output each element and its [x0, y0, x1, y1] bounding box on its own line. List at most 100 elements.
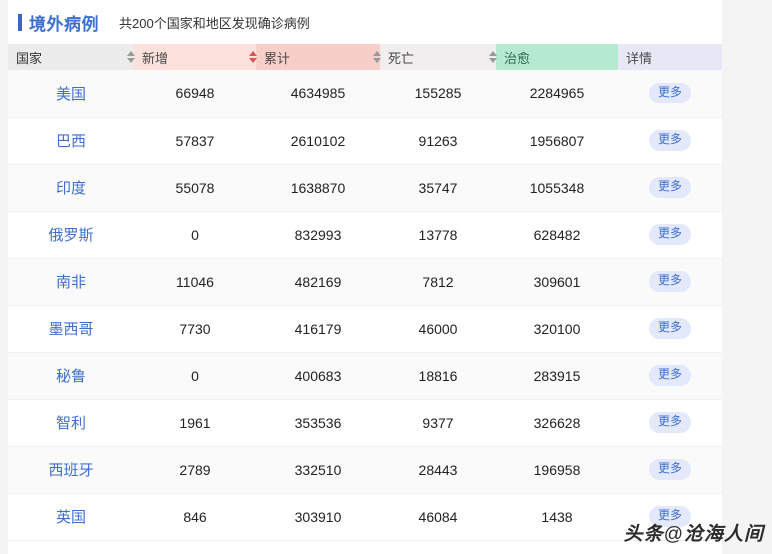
sort-arrows-icon-total[interactable] [249, 50, 258, 64]
cell-detail: 更多 [618, 399, 722, 447]
cell-death-cases: 7812 [380, 258, 496, 306]
more-button[interactable]: 更多 [648, 365, 691, 386]
cell-country-name[interactable]: 英国 [8, 493, 134, 541]
cell-detail: 更多 [618, 446, 722, 494]
cell-cured-cases: 1956807 [496, 117, 618, 165]
cell-death-cases: 91263 [380, 117, 496, 165]
cell-total-cases: 1638870 [256, 164, 380, 212]
cell-cured-cases: 196958 [496, 446, 618, 494]
table-header-row: 国家 新增 累计 死亡 治愈 详情 [8, 44, 722, 70]
cell-new-cases: 0 [134, 352, 256, 400]
column-header-detail: 详情 [618, 44, 722, 70]
cell-total-cases: 400683 [256, 352, 380, 400]
cell-death-cases: 46000 [380, 305, 496, 353]
table-row: 墨西哥 7730 416179 46000 320100 更多 [8, 305, 722, 353]
cell-total-cases: 2610102 [256, 117, 380, 165]
more-button[interactable]: 更多 [648, 83, 691, 104]
more-button[interactable]: 更多 [648, 506, 691, 527]
table-row: 英国 846 303910 46084 1438 更多 [8, 493, 722, 541]
cell-detail: 更多 [618, 70, 722, 118]
cell-detail: 更多 [618, 117, 722, 165]
cell-death-cases: 18816 [380, 352, 496, 400]
cell-country-name[interactable]: 秘鲁 [8, 352, 134, 400]
column-header-new[interactable]: 新增 [127, 44, 256, 70]
cell-total-cases: 482169 [256, 258, 380, 306]
cell-total-cases: 416179 [256, 305, 380, 353]
column-header-death[interactable]: 死亡 [373, 44, 496, 70]
table-row: 俄罗斯 0 832993 13778 628482 更多 [8, 211, 722, 259]
overseas-cases-table: 国家 新增 累计 死亡 治愈 详情 美国 66948 4634985 15528… [8, 44, 722, 541]
cell-detail: 更多 [618, 211, 722, 259]
column-header-total-label: 累计 [264, 50, 291, 66]
more-button[interactable]: 更多 [648, 318, 691, 339]
cell-total-cases: 353536 [256, 399, 380, 447]
column-header-total[interactable]: 累计 [249, 44, 380, 70]
more-button[interactable]: 更多 [648, 412, 691, 433]
cell-cured-cases: 326628 [496, 399, 618, 447]
column-header-new-label: 新增 [142, 50, 169, 66]
cell-country-name[interactable]: 印度 [8, 164, 134, 212]
cell-cured-cases: 628482 [496, 211, 618, 259]
column-header-cured[interactable]: 治愈 [489, 44, 618, 70]
cell-new-cases: 11046 [134, 258, 256, 306]
cell-death-cases: 46084 [380, 493, 496, 541]
table-row: 南非 11046 482169 7812 309601 更多 [8, 258, 722, 306]
panel-subtitle: 共200个国家和地区发现确诊病例 [119, 15, 310, 31]
cell-cured-cases: 309601 [496, 258, 618, 306]
more-button[interactable]: 更多 [648, 130, 691, 151]
cell-total-cases: 303910 [256, 493, 380, 541]
cell-death-cases: 9377 [380, 399, 496, 447]
cell-new-cases: 1961 [134, 399, 256, 447]
cell-new-cases: 7730 [134, 305, 256, 353]
cell-cured-cases: 2284965 [496, 70, 618, 118]
cell-country-name[interactable]: 俄罗斯 [8, 211, 134, 259]
cell-death-cases: 13778 [380, 211, 496, 259]
table-row: 智利 1961 353536 9377 326628 更多 [8, 399, 722, 447]
more-button[interactable]: 更多 [648, 224, 691, 245]
cell-new-cases: 57837 [134, 117, 256, 165]
cell-detail: 更多 [618, 258, 722, 306]
table-row: 西班牙 2789 332510 28443 196958 更多 [8, 446, 722, 494]
sort-arrows-icon-death[interactable] [373, 50, 382, 64]
cell-total-cases: 4634985 [256, 70, 380, 118]
cell-detail: 更多 [618, 352, 722, 400]
cell-total-cases: 332510 [256, 446, 380, 494]
column-header-cured-label: 治愈 [504, 50, 531, 66]
cell-new-cases: 846 [134, 493, 256, 541]
more-button[interactable]: 更多 [648, 459, 691, 480]
page-title: 境外病例 [29, 14, 99, 34]
cell-death-cases: 155285 [380, 70, 496, 118]
cell-country-name[interactable]: 墨西哥 [8, 305, 134, 353]
cell-detail: 更多 [618, 164, 722, 212]
more-button[interactable]: 更多 [648, 271, 691, 292]
cell-country-name[interactable]: 智利 [8, 399, 134, 447]
panel-header: 境外病例 共200个国家和地区发现确诊病例 [8, 0, 722, 44]
cell-country-name[interactable]: 美国 [8, 70, 134, 118]
cell-country-name[interactable]: 巴西 [8, 117, 134, 165]
sort-arrows-icon-new[interactable] [127, 50, 136, 64]
sort-arrows-icon-cured[interactable] [489, 50, 498, 64]
column-header-country-label: 国家 [16, 50, 43, 66]
cell-cured-cases: 1438 [496, 493, 618, 541]
cell-country-name[interactable]: 西班牙 [8, 446, 134, 494]
table-row: 美国 66948 4634985 155285 2284965 更多 [8, 70, 722, 118]
accent-bar-icon [18, 13, 22, 31]
cell-new-cases: 55078 [134, 164, 256, 212]
cell-cured-cases: 320100 [496, 305, 618, 353]
column-header-detail-label: 详情 [626, 50, 653, 66]
cell-country-name[interactable]: 南非 [8, 258, 134, 306]
cell-detail: 更多 [618, 305, 722, 353]
cell-cured-cases: 1055348 [496, 164, 618, 212]
cell-total-cases: 832993 [256, 211, 380, 259]
table-row: 秘鲁 0 400683 18816 283915 更多 [8, 352, 722, 400]
column-header-death-label: 死亡 [388, 50, 415, 66]
cell-death-cases: 35747 [380, 164, 496, 212]
table-row: 巴西 57837 2610102 91263 1956807 更多 [8, 117, 722, 165]
cell-new-cases: 0 [134, 211, 256, 259]
cell-new-cases: 66948 [134, 70, 256, 118]
column-header-country: 国家 [8, 44, 134, 70]
cell-cured-cases: 283915 [496, 352, 618, 400]
table-row: 印度 55078 1638870 35747 1055348 更多 [8, 164, 722, 212]
more-button[interactable]: 更多 [648, 177, 691, 198]
cell-detail: 更多 [618, 493, 722, 541]
